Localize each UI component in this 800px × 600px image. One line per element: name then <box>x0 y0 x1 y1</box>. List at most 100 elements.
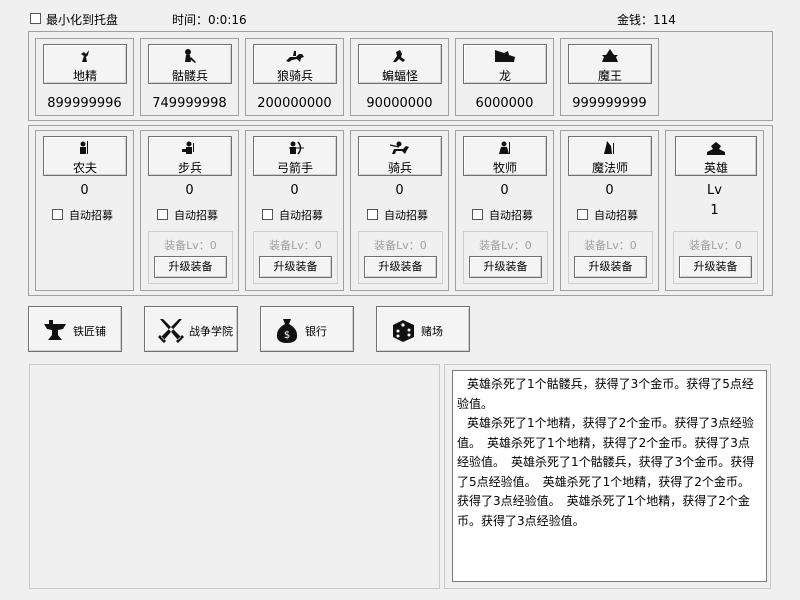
upgrade-equip-button[interactable]: 升级装备 <box>154 256 227 278</box>
log-entry: 英雄杀死了1个地精，获得了2个金币。获得了3点经验值。 英雄杀死了1个地精，获得… <box>457 416 755 528</box>
building-label: 赌场 <box>421 325 443 338</box>
recruit-button[interactable]: 牧师 <box>463 136 547 176</box>
unit-count: 0 <box>185 183 194 198</box>
minimize-to-tray-label: 最小化到托盘 <box>46 13 119 27</box>
enemy-label: 狼骑兵 <box>276 69 313 83</box>
archer-icon <box>289 141 304 155</box>
enemy-count: 200000000 <box>257 96 332 111</box>
upgrade-equip-button[interactable]: 升级装备 <box>469 256 542 278</box>
unit-card: 农夫 0 自动招募 <box>35 130 134 291</box>
hero-upgrade-equip-button[interactable]: 升级装备 <box>679 256 752 278</box>
upgrade-equip-button[interactable]: 升级装备 <box>259 256 332 278</box>
money-bag-icon: $ <box>276 319 298 343</box>
hero-equip-level: 装备Lv：0 <box>689 239 742 252</box>
upgrade-equip-button[interactable]: 升级装备 <box>574 256 647 278</box>
unit-count: 0 <box>605 183 614 198</box>
building-label: 战争学院 <box>189 325 233 338</box>
wolf-rider-icon <box>286 51 304 62</box>
recruit-button[interactable]: 步兵 <box>148 136 232 176</box>
equip-level: 装备Lv：0 <box>269 239 322 252</box>
recruit-button[interactable]: 魔法师 <box>568 136 652 176</box>
auto-recruit-checkbox[interactable] <box>472 209 483 220</box>
unit-card: 步兵 0 自动招募 装备Lv：0 升级装备 <box>140 130 239 291</box>
enemy-count: 6000000 <box>475 96 534 111</box>
auto-recruit-label: 自动招募 <box>279 209 323 222</box>
left-panel <box>29 364 440 589</box>
hero-button[interactable]: 英雄 <box>675 136 757 176</box>
hero-equip-box: 装备Lv：0 升级装备 <box>673 231 758 284</box>
cavalry-icon <box>389 141 409 154</box>
building-button[interactable]: 赌场 <box>376 306 470 352</box>
auto-recruit-checkbox[interactable] <box>262 209 273 220</box>
enemy-count: 90000000 <box>366 96 433 111</box>
hero-icon <box>707 142 725 155</box>
building-button[interactable]: $ 银行 <box>260 306 354 352</box>
enemy-button[interactable]: 魔王 <box>568 44 652 84</box>
enemy-count: 899999996 <box>47 96 122 111</box>
demon-king-icon <box>602 49 618 62</box>
unit-card: 骑兵 0 自动招募 装备Lv：0 升级装备 <box>350 130 449 291</box>
auto-recruit-checkbox[interactable] <box>52 209 63 220</box>
crossed-swords-icon <box>158 319 184 343</box>
minimize-to-tray-checkbox[interactable] <box>30 13 41 24</box>
enemy-button[interactable]: 狼骑兵 <box>253 44 337 84</box>
unit-label: 弓箭手 <box>276 161 313 175</box>
enemy-button[interactable]: 地精 <box>43 44 127 84</box>
enemy-button[interactable]: 龙 <box>463 44 547 84</box>
enemy-card: 狼骑兵 200000000 <box>245 38 344 116</box>
infantry-icon <box>182 141 194 154</box>
enemy-button[interactable]: 蝙蝠怪 <box>358 44 442 84</box>
building-label: 铁匠铺 <box>73 325 106 338</box>
enemy-label: 蝙蝠怪 <box>381 69 418 83</box>
time-display: 时间：0:0:16 <box>172 13 247 27</box>
enemy-card: 地精 899999996 <box>35 38 134 116</box>
svg-text:$: $ <box>284 330 290 341</box>
money-display: 金钱：114 <box>617 13 676 27</box>
enemy-button[interactable]: 骷髅兵 <box>148 44 232 84</box>
upgrade-equip-button[interactable]: 升级装备 <box>364 256 437 278</box>
bat-icon <box>393 50 405 62</box>
auto-recruit-checkbox[interactable] <box>577 209 588 220</box>
auto-recruit-label: 自动招募 <box>174 209 218 222</box>
auto-recruit-checkbox[interactable] <box>157 209 168 220</box>
enemy-label: 骷髅兵 <box>171 69 208 83</box>
equip-box: 装备Lv：0 升级装备 <box>463 231 548 284</box>
farmer-icon <box>80 141 88 154</box>
auto-recruit-label: 自动招募 <box>489 209 533 222</box>
hero-lv-label: Lv <box>707 183 722 198</box>
auto-recruit-label: 自动招募 <box>384 209 428 222</box>
enemy-count: 749999998 <box>152 96 227 111</box>
unit-card: 牧师 0 自动招募 装备Lv：0 升级装备 <box>455 130 554 291</box>
equip-level: 装备Lv：0 <box>374 239 427 252</box>
unit-card: 魔法师 0 自动招募 装备Lv：0 升级装备 <box>560 130 659 291</box>
enemy-card: 骷髅兵 749999998 <box>140 38 239 116</box>
building-label: 银行 <box>305 325 327 338</box>
priest-icon <box>499 141 510 154</box>
unit-label: 步兵 <box>177 161 202 175</box>
hero-lv-value: 1 <box>710 203 719 218</box>
auto-recruit-label: 自动招募 <box>69 209 113 222</box>
enemy-label: 地精 <box>72 69 97 83</box>
hero-card: 英雄 Lv 1 装备Lv：0 升级装备 <box>665 130 764 291</box>
hero-label: 英雄 <box>703 161 728 175</box>
enemy-card: 魔王 999999999 <box>560 38 659 116</box>
unit-count: 0 <box>395 183 404 198</box>
recruit-button[interactable]: 农夫 <box>43 136 127 176</box>
enemy-card: 蝙蝠怪 90000000 <box>350 38 449 116</box>
equip-level: 装备Lv：0 <box>164 239 217 252</box>
unit-count: 0 <box>290 183 299 198</box>
unit-label: 农夫 <box>72 161 97 175</box>
unit-label: 骑兵 <box>387 161 412 175</box>
dragon-icon <box>495 50 515 62</box>
building-button[interactable]: 战争学院 <box>144 306 238 352</box>
recruit-button[interactable]: 弓箭手 <box>253 136 337 176</box>
equip-box: 装备Lv：0 升级装备 <box>253 231 338 284</box>
building-button[interactable]: 铁匠铺 <box>28 306 122 352</box>
auto-recruit-checkbox[interactable] <box>367 209 378 220</box>
battle-log[interactable]: 英雄杀死了1个骷髅兵，获得了3个金币。获得了5点经验值。 英雄杀死了1个地精，获… <box>452 370 767 582</box>
mage-icon <box>604 141 614 154</box>
recruit-button[interactable]: 骑兵 <box>358 136 442 176</box>
enemy-label: 龙 <box>498 69 511 83</box>
unit-label: 牧师 <box>492 161 517 175</box>
equip-box: 装备Lv：0 升级装备 <box>148 231 233 284</box>
